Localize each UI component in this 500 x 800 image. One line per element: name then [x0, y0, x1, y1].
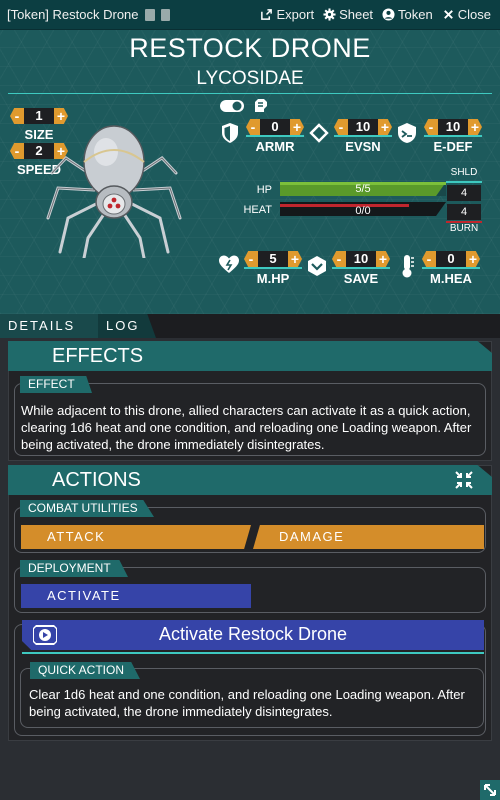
resize-icon [484, 784, 496, 796]
quick-action-tag: QUICK ACTION [30, 662, 140, 679]
hp-label: HP [256, 184, 272, 196]
save-icon [308, 256, 326, 276]
armor-decrement[interactable]: - [246, 119, 260, 135]
mheat-decrement[interactable]: - [422, 251, 436, 267]
evasion-value: 10 [348, 119, 378, 135]
mhp-value: 5 [258, 251, 288, 267]
attack-button[interactable]: ATTACK [21, 525, 251, 549]
combat-utilities-tag: COMBAT UTILITIES [20, 500, 154, 517]
close-label: Close [457, 7, 491, 22]
mhp-increment[interactable]: + [288, 251, 302, 267]
activate-button[interactable]: ACTIVATE [21, 584, 251, 608]
mheat-label: M.HEA [430, 271, 472, 286]
hp-text: 5/5 [355, 183, 371, 195]
user-icon [382, 8, 395, 21]
save-value: 10 [346, 251, 376, 267]
armor-stepper[interactable]: - 0 + [246, 119, 304, 135]
window-titlebar: [Token] Restock Drone Export Sheet Token… [0, 0, 500, 30]
window-title: [Token] Restock Drone [7, 7, 139, 22]
export-icon [261, 9, 273, 20]
activate-icon [33, 625, 57, 645]
tech-hand-icon[interactable] [252, 96, 270, 114]
edef-decrement[interactable]: - [424, 119, 438, 135]
save-stepper[interactable]: - 10 + [332, 251, 390, 267]
mheat-stepper[interactable]: - 0 + [422, 251, 480, 267]
close-icon [443, 10, 453, 19]
burn-label: BURN [449, 223, 479, 234]
thermometer-icon [402, 255, 414, 278]
tab-details[interactable]: DETAILS [0, 314, 98, 338]
actions-title: ACTIONS [52, 469, 141, 491]
size-decrement[interactable]: - [10, 108, 24, 124]
armor-underline [246, 135, 304, 137]
tab-log[interactable]: LOG [98, 314, 156, 338]
evasion-underline [334, 135, 392, 137]
heart-icon [219, 255, 239, 273]
name-divider [8, 93, 492, 94]
header-panel: RESTOCK DRONE LYCOSIDAE - 1 + SIZE - 2 +… [0, 30, 500, 314]
speed-decrement[interactable]: - [10, 143, 24, 159]
book-icon[interactable] [144, 8, 155, 21]
toggle-icon[interactable] [219, 99, 245, 113]
actions-header: ACTIONS [8, 465, 492, 495]
export-label: Export [276, 7, 315, 22]
activate-panel-title: Activate Restock Drone [158, 624, 348, 644]
evasion-decrement[interactable]: - [334, 119, 348, 135]
tab-bar: DETAILS LOG [0, 314, 500, 338]
shield-icon [222, 123, 238, 143]
mheat-value: 0 [436, 251, 466, 267]
effect-tag: EFFECT [20, 376, 92, 393]
gear-icon [323, 8, 336, 21]
diamond-arrow-icon [309, 123, 329, 143]
e-defense-icon [398, 123, 416, 143]
shield-underline [446, 181, 482, 183]
mhp-label: M.HP [256, 271, 290, 286]
damage-button[interactable]: DAMAGE [253, 525, 484, 549]
shield-value[interactable]: 4 [447, 185, 481, 201]
armor-label: ARMR [255, 139, 295, 154]
evasion-increment[interactable]: + [378, 119, 392, 135]
resize-handle[interactable] [480, 780, 500, 800]
evasion-label: EVSN [345, 139, 381, 154]
sheet-label: Sheet [339, 7, 374, 22]
mhp-underline [244, 267, 302, 269]
collapse-icon[interactable] [454, 470, 474, 490]
save-underline [332, 267, 390, 269]
deployment-tag: DEPLOYMENT [20, 560, 128, 577]
save-label: SAVE [343, 271, 379, 286]
edef-value: 10 [438, 119, 468, 135]
evasion-stepper[interactable]: - 10 + [334, 119, 392, 135]
export-button[interactable]: Export [260, 7, 314, 22]
save-decrement[interactable]: - [332, 251, 346, 267]
edef-label: E-DEF [433, 139, 473, 154]
save-increment[interactable]: + [376, 251, 390, 267]
close-button[interactable]: Close [442, 7, 491, 22]
token-name: RESTOCK DRONE [129, 33, 371, 63]
effects-header: EFFECTS [8, 341, 492, 371]
token-label: Token [398, 7, 433, 22]
armor-value: 0 [260, 119, 290, 135]
mheat-underline [422, 267, 480, 269]
edef-underline [424, 135, 482, 137]
heat-label: HEAT [243, 204, 272, 216]
token-subname: LYCOSIDAE [196, 68, 304, 89]
effect-text: While adjacent to this drone, allied cha… [21, 403, 472, 452]
heat-text: 0/0 [355, 205, 371, 217]
sheet-button[interactable]: Sheet [323, 7, 373, 22]
burn-value[interactable]: 4 [447, 204, 481, 220]
mheat-increment[interactable]: + [466, 251, 480, 267]
quick-action-text: Clear 1d6 heat and one condition, and re… [29, 687, 465, 719]
armor-increment[interactable]: + [290, 119, 304, 135]
document-icon[interactable] [160, 8, 170, 21]
token-button[interactable]: Token [382, 7, 433, 22]
mhp-stepper[interactable]: - 5 + [244, 251, 302, 267]
mhp-decrement[interactable]: - [244, 251, 258, 267]
activate-divider [22, 652, 484, 654]
edef-increment[interactable]: + [468, 119, 482, 135]
activate-panel-header: Activate Restock Drone [22, 620, 484, 650]
edef-stepper[interactable]: - 10 + [424, 119, 482, 135]
effects-title: EFFECTS [52, 345, 144, 367]
drone-portrait [46, 125, 182, 258]
shield-label: SHLD [450, 167, 478, 178]
